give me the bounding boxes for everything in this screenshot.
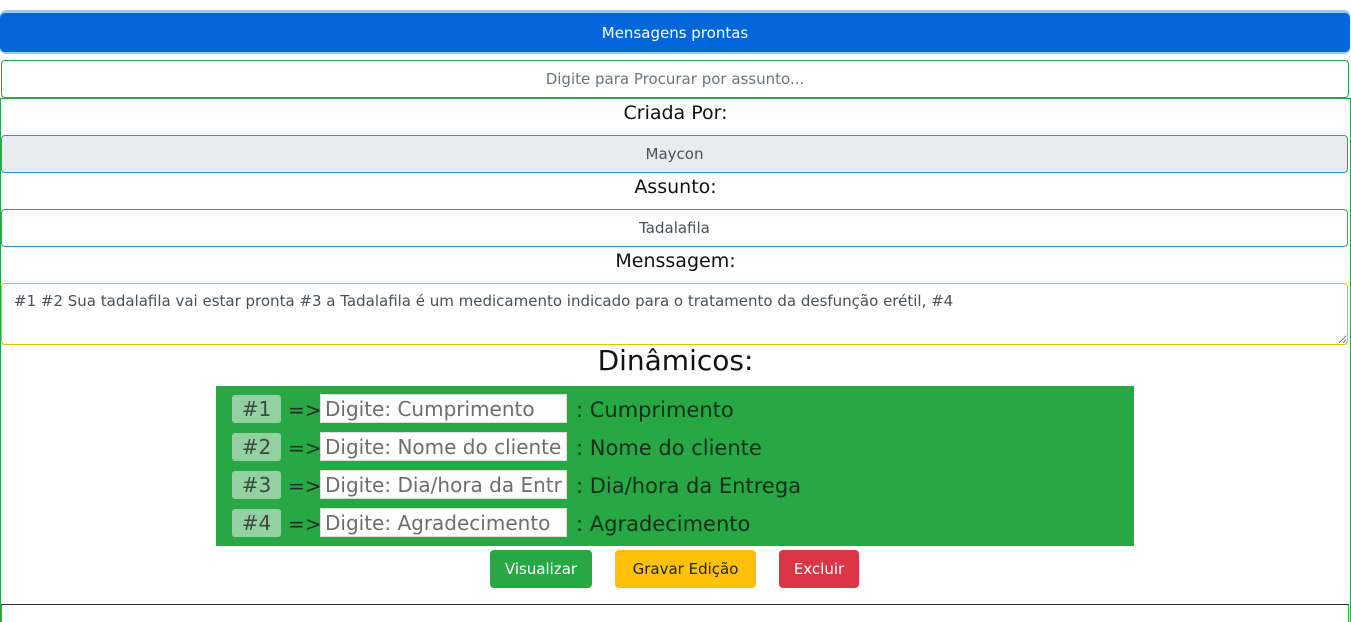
bottom-divider (1, 604, 1349, 622)
subject-field[interactable] (1, 209, 1348, 247)
created-by-label: Criada Por: (623, 102, 728, 124)
dynamic-row: #1 => : Cumprimento (216, 394, 1134, 426)
dynamic-description: : Agradecimento (576, 512, 751, 536)
dynamic-input-client-name[interactable] (320, 432, 567, 461)
dynamic-arrow: => (288, 398, 322, 422)
dynamic-tag: #4 (232, 509, 281, 537)
dynamic-tag: #1 (232, 395, 281, 423)
dynamic-tag: #3 (232, 471, 281, 499)
dynamic-description: : Dia/hora da Entrega (576, 474, 802, 498)
view-button[interactable]: Visualizar (490, 550, 592, 588)
dynamic-input-delivery[interactable] (320, 470, 567, 499)
dynamic-description: : Nome do cliente (576, 436, 762, 460)
header-title-button[interactable]: Mensagens prontas (0, 13, 1350, 52)
dynamic-input-greeting[interactable] (320, 394, 567, 423)
created-by-field (1, 135, 1348, 173)
dynamic-tag: #2 (232, 433, 281, 461)
dynamic-arrow: => (288, 436, 322, 460)
dynamic-row: #4 => : Agradecimento (216, 508, 1134, 540)
dynamics-panel: #1 => : Cumprimento #2 => : Nome do clie… (216, 386, 1134, 546)
message-label: Menssagem: (615, 250, 736, 272)
dynamic-row: #3 => : Dia/hora da Entrega (216, 470, 1134, 502)
dynamic-row: #2 => : Nome do cliente (216, 432, 1134, 464)
dynamics-title: Dinâmicos: (597, 344, 754, 377)
subject-label: Assunto: (634, 176, 717, 198)
save-edit-button[interactable]: Gravar Edição (615, 550, 756, 588)
message-textarea[interactable]: #1 #2 Sua tadalafila vai estar pronta #3… (1, 283, 1348, 345)
dynamic-arrow: => (288, 474, 322, 498)
dynamic-input-thanks[interactable] (320, 508, 567, 537)
search-input[interactable] (1, 60, 1349, 98)
dynamic-arrow: => (288, 512, 322, 536)
delete-button[interactable]: Excluir (779, 550, 859, 588)
dynamic-description: : Cumprimento (576, 398, 734, 422)
